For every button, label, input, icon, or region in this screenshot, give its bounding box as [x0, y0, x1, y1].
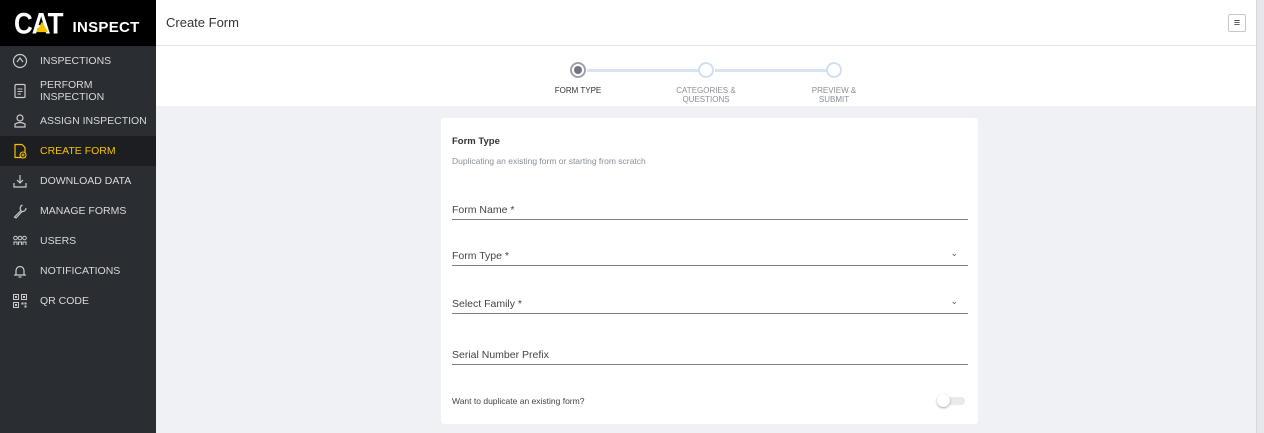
step-preview-label: PREVIEW & SUBMIT [811, 86, 857, 104]
page-title: Create Form [166, 15, 239, 30]
users-icon [12, 233, 28, 249]
top-header: Create Form ≡ [156, 0, 1256, 46]
window-scrollbar[interactable] [1256, 0, 1264, 433]
select-family-label: Select Family * [452, 298, 523, 310]
sidebar-item-qr-code[interactable]: QR CODE [0, 286, 156, 316]
toggle-knob [937, 394, 950, 407]
inspections-icon [12, 53, 28, 69]
step-categories-label: CATEGORIES & QUESTIONS [676, 86, 736, 104]
hamburger-icon: ≡ [1233, 17, 1241, 29]
sidebar-item-inspections[interactable]: INSPECTIONS [0, 46, 156, 76]
download-icon [12, 173, 28, 189]
chevron-down-icon: ⌄ [950, 296, 958, 306]
cat-triangle-mark [36, 21, 48, 32]
form-type-select[interactable]: Form Type * ⌄ [452, 246, 968, 266]
wrench-icon [12, 203, 28, 219]
duplicate-form-toggle[interactable] [937, 394, 967, 407]
sidebar-item-label: CREATE FORM [40, 145, 116, 157]
sidebar-item-download-data[interactable]: DOWNLOAD DATA [0, 166, 156, 196]
chevron-down-icon: ⌄ [950, 248, 958, 258]
sidebar-item-label: PERFORM INSPECTION [40, 79, 105, 103]
sidebar-item-label: USERS [40, 235, 77, 247]
form-name-input[interactable]: Form Name * [452, 200, 968, 220]
sidebar-item-create-form[interactable]: CREATE FORM [0, 136, 156, 166]
sidebar-item-notifications[interactable]: NOTIFICATIONS [0, 256, 156, 286]
create-form-icon [12, 143, 28, 159]
sidebar-item-label: MANAGE FORMS [40, 205, 127, 217]
bell-icon [12, 263, 28, 279]
form-type-card: Form Type Duplicating an existing form o… [441, 118, 978, 424]
sidebar-item-label: DOWNLOAD DATA [40, 175, 132, 187]
assign-user-icon [12, 113, 28, 129]
card-title: Form Type [452, 136, 500, 147]
card-subtitle: Duplicating an existing form or starting… [452, 156, 646, 166]
step-connector [715, 69, 835, 72]
sidebar-item-label: ASSIGN INSPECTION [40, 115, 147, 127]
step-form-type-label: FORM TYPE [554, 86, 602, 95]
select-family-select[interactable]: Select Family * ⌄ [452, 294, 968, 314]
document-icon [12, 83, 28, 99]
step-categories-dot[interactable] [698, 62, 714, 78]
cat-logo: CAT [14, 5, 64, 40]
sidebar-item-users[interactable]: USERS [0, 226, 156, 256]
sidebar: CAT INSPECT INSPECTIONS PERFORM INSPECTI… [0, 0, 156, 433]
sidebar-item-label: NOTIFICATIONS [40, 265, 121, 277]
form-stepper: FORM TYPE CATEGORIES & QUESTIONS PREVIEW… [156, 46, 1256, 106]
step-connector [587, 69, 707, 72]
duplicate-form-label: Want to duplicate an existing form? [452, 396, 585, 406]
serial-number-prefix-input[interactable]: Serial Number Prefix [452, 345, 968, 365]
product-name: INSPECT [72, 18, 140, 36]
menu-button[interactable]: ≡ [1228, 14, 1246, 32]
sidebar-item-manage-forms[interactable]: MANAGE FORMS [0, 196, 156, 226]
form-type-label: Form Type * [452, 250, 509, 262]
qr-code-icon [12, 293, 28, 309]
sidebar-item-perform-inspection[interactable]: PERFORM INSPECTION [0, 76, 156, 106]
form-name-label: Form Name * [452, 204, 515, 216]
step-form-type-dot[interactable] [570, 62, 586, 78]
brand-logo[interactable]: CAT INSPECT [0, 0, 156, 46]
sidebar-item-label: QR CODE [40, 295, 90, 307]
sidebar-item-assign-inspection[interactable]: ASSIGN INSPECTION [0, 106, 156, 136]
step-preview-dot[interactable] [826, 62, 842, 78]
sidebar-item-label: INSPECTIONS [40, 55, 112, 67]
serial-number-prefix-label: Serial Number Prefix [452, 349, 549, 361]
